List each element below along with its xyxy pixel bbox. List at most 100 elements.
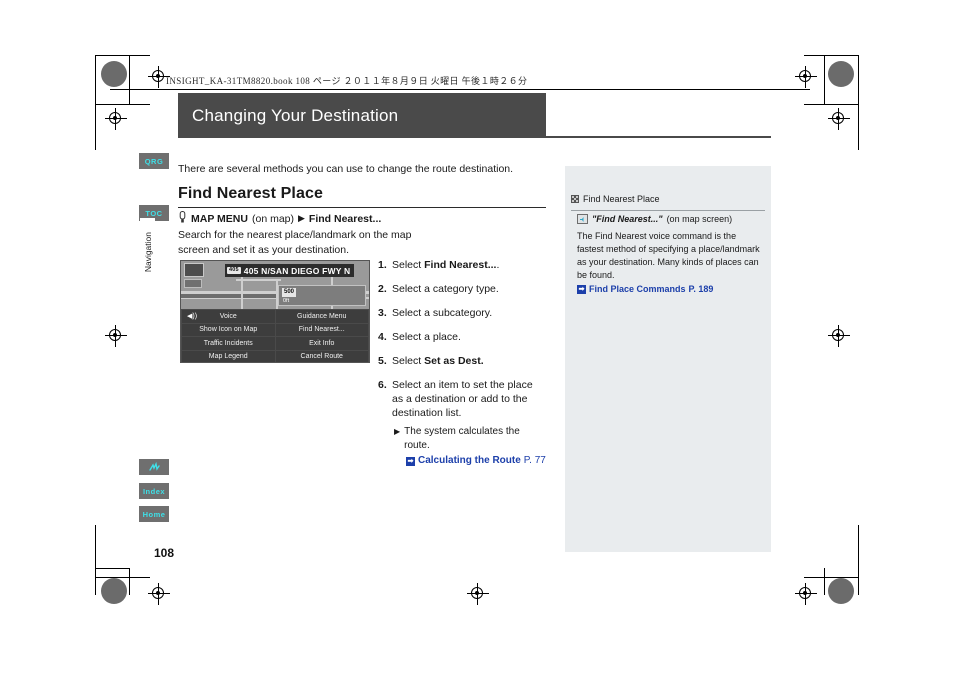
- section-description: Search for the nearest place/landmark on…: [178, 229, 412, 256]
- sidebar-item-index-label: Index: [142, 486, 166, 496]
- nav-menu-show-icon-on-map-label: Show Icon on Map: [199, 326, 258, 334]
- grid-icon: [571, 195, 579, 203]
- step-text-bold: Find Nearest...: [424, 259, 497, 271]
- step-text-suffix: .: [496, 259, 500, 271]
- section-heading: Find Nearest Place: [178, 185, 323, 202]
- map-scale-sub: 0ft: [283, 298, 290, 304]
- step-text-bold: Set as Dest.: [424, 355, 484, 367]
- sidebar-item-voice-command[interactable]: [139, 459, 169, 475]
- map-road: [236, 279, 281, 281]
- side-panel-body: The Find Nearest voice command is the fa…: [577, 230, 761, 296]
- speaker-icon: ◀)): [187, 313, 198, 321]
- list-item: 2. Select a category type.: [378, 282, 546, 296]
- side-panel-heading: Find Nearest Place: [565, 194, 771, 204]
- sidebar-item-navigation[interactable]: Navigation: [140, 218, 155, 286]
- list-item: 1. Select Find Nearest....: [378, 258, 546, 272]
- list-item: 5. Select Set as Dest.: [378, 354, 546, 368]
- step-text: Select: [392, 355, 425, 367]
- nav-menu-traffic-incidents-label: Traffic Incidents: [203, 339, 253, 347]
- breadcrumb-arrow-icon: ▶: [298, 213, 305, 223]
- step-text: Select a subcategory.: [392, 307, 493, 319]
- sidebar-item-home[interactable]: Home: [139, 506, 169, 522]
- sidebar-item-toc-label: TOC: [145, 208, 163, 218]
- side-note-panel: Find Nearest Place "Find Nearest..." (on…: [565, 166, 771, 552]
- list-item: 4. Select a place.: [378, 330, 546, 344]
- side-panel-heading-label: Find Nearest Place: [583, 194, 660, 204]
- nav-menu-voice[interactable]: ◀)) Voice: [182, 310, 275, 323]
- step-number: 2.: [378, 283, 387, 295]
- side-panel-rule: [571, 210, 765, 211]
- page-title: Changing Your Destination: [192, 105, 399, 125]
- nav-status-icon: [184, 279, 202, 288]
- map-scale-box: 500 0ft: [278, 285, 366, 306]
- steps-list: 1. Select Find Nearest.... 2. Select a c…: [378, 258, 546, 468]
- voice-command-icon: [148, 461, 161, 473]
- cross-reference-link[interactable]: ➡ Find Place Commands P. 189: [577, 283, 761, 296]
- sidebar-item-qrg-label: QRG: [144, 156, 164, 166]
- side-panel-body-text: The Find Nearest voice command is the fa…: [577, 231, 760, 280]
- sidebar-item-home-label: Home: [142, 509, 166, 519]
- step-number: 3.: [378, 307, 387, 319]
- step-text: Select a category type.: [392, 283, 499, 295]
- step-number: 1.: [378, 259, 387, 271]
- step-number: 6.: [378, 379, 387, 391]
- map-scale-value: 500: [282, 288, 297, 297]
- nav-menu-cancel-route-label: Cancel Route: [300, 353, 343, 361]
- voice-command-text: "Find Nearest...": [592, 214, 663, 224]
- nav-menu-cancel-route[interactable]: Cancel Route: [275, 350, 368, 362]
- step-text: Select a place.: [392, 331, 461, 343]
- step-note: ▶ The system calculates the route. ➡ Cal…: [394, 425, 546, 468]
- cross-reference-link[interactable]: ➡ Calculating the Route P. 77: [406, 454, 546, 468]
- nav-menu-exit-info-label: Exit Info: [309, 339, 335, 347]
- finger-press-icon: [178, 211, 187, 226]
- breadcrumb-first: MAP MENU: [191, 212, 248, 225]
- step-text: Select: [392, 259, 425, 271]
- breadcrumb-second: Find Nearest...: [308, 212, 382, 225]
- step-number: 5.: [378, 355, 387, 367]
- intro-paragraph: There are several methods you can use to…: [178, 163, 514, 175]
- title-underline: [546, 136, 771, 138]
- voice-command-icon: [577, 214, 588, 224]
- nav-map-menu: ◀)) Voice Guidance Menu Show Icon on Map…: [181, 309, 369, 362]
- nav-menu-find-nearest-label: Find Nearest...: [298, 326, 345, 334]
- step-text: Select an item to set the place as a des…: [392, 379, 533, 419]
- map-road: [181, 294, 281, 298]
- nav-compass-icon: [184, 263, 204, 277]
- voice-command-context: (on map screen): [666, 214, 733, 224]
- nav-menu-map-legend-label: Map Legend: [208, 353, 248, 361]
- cross-reference-label: Find Place Commands: [589, 284, 686, 294]
- voice-command-line: "Find Nearest..." (on map screen): [577, 214, 732, 224]
- breadcrumb-first-note: (on map): [251, 212, 294, 225]
- list-item: 3. Select a subcategory.: [378, 306, 546, 320]
- sidebar-item-index[interactable]: Index: [139, 483, 169, 499]
- cross-reference-page: P. 189: [688, 284, 714, 294]
- nav-menu-traffic-incidents[interactable]: Traffic Incidents: [182, 337, 275, 350]
- arrow-right-icon: ➡: [577, 285, 586, 294]
- chapter-title-bar: Changing Your Destination: [178, 93, 546, 138]
- nav-menu-guidance-menu[interactable]: Guidance Menu: [275, 310, 368, 323]
- breadcrumb: MAP MENU (on map) ▶ Find Nearest...: [178, 211, 381, 226]
- nav-menu-guidance-menu-label: Guidance Menu: [297, 312, 347, 320]
- print-file-header: INSIGHT_KA-31TM8820.book 108 ページ ２０１１年８月…: [166, 76, 528, 86]
- sidebar-item-qrg[interactable]: QRG: [139, 153, 169, 169]
- route-shield: 405: [227, 266, 241, 275]
- arrow-right-icon: ➡: [406, 456, 415, 466]
- step-number: 4.: [378, 331, 387, 343]
- sidebar-item-navigation-label: Navigation: [142, 231, 153, 273]
- navigation-screen-image: 405 405 N/SAN DIEGO FWY N 500 0ft ◀)) Vo…: [180, 260, 370, 363]
- street-name-label: 405 N/SAN DIEGO FWY N: [243, 265, 351, 276]
- nav-map-area: 405 405 N/SAN DIEGO FWY N 500 0ft: [181, 261, 369, 309]
- header-rule: [110, 89, 810, 90]
- nav-menu-show-icon-on-map[interactable]: Show Icon on Map: [182, 323, 275, 336]
- street-name-banner: 405 405 N/SAN DIEGO FWY N: [225, 264, 355, 277]
- cross-reference-page: P. 77: [523, 455, 546, 466]
- section-heading-rule: [178, 207, 546, 208]
- note-text: The system calculates the route.: [404, 426, 520, 451]
- nav-menu-voice-label: Voice: [219, 312, 237, 320]
- page-number: 108: [154, 546, 175, 560]
- cross-reference-label: Calculating the Route: [418, 455, 521, 466]
- nav-menu-exit-info[interactable]: Exit Info: [275, 337, 368, 350]
- nav-menu-map-legend[interactable]: Map Legend: [182, 350, 275, 362]
- list-item: 6. Select an item to set the place as a …: [378, 378, 546, 420]
- nav-menu-find-nearest[interactable]: Find Nearest...: [275, 323, 368, 336]
